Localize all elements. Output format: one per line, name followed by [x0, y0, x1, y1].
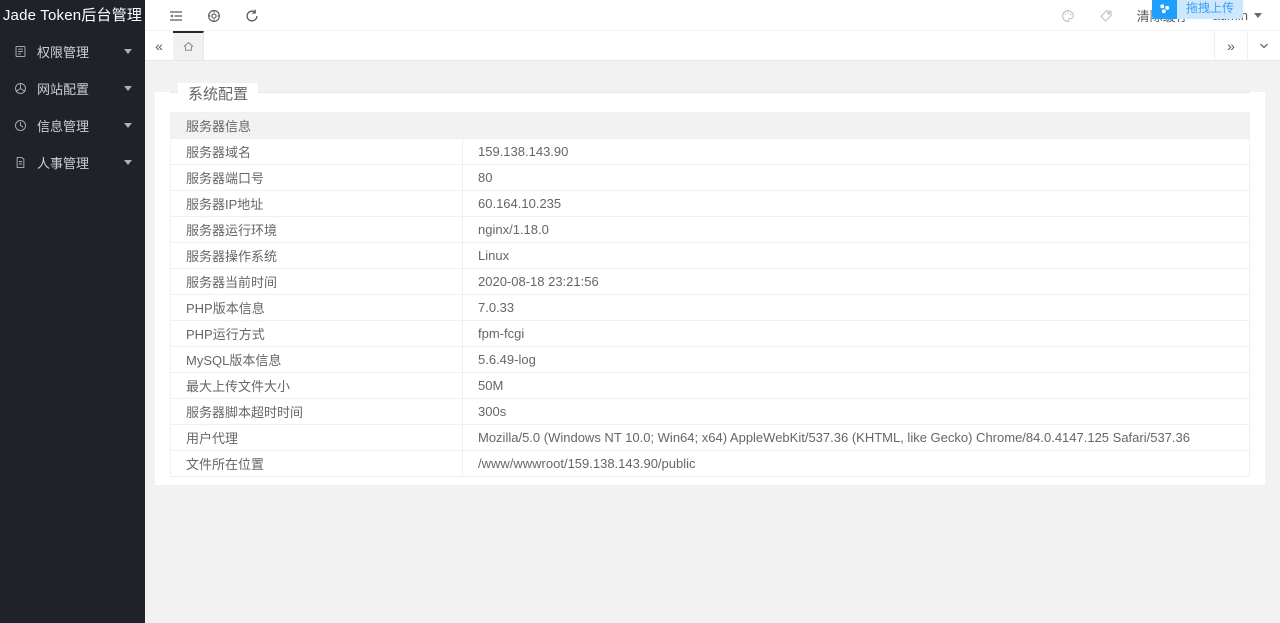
- sidebar-item-label: 人事管理: [37, 156, 90, 171]
- row-value: Mozilla/5.0 (Windows NT 10.0; Win64; x64…: [462, 424, 1250, 451]
- sidebar-item-hr-manage[interactable]: 人事管理: [0, 144, 145, 181]
- table-row: PHP运行方式 fpm-fcgi: [170, 320, 1250, 347]
- sidebar-item-label: 网站配置: [37, 82, 90, 97]
- table-row: 服务器端口号 80: [170, 164, 1250, 191]
- section-divider: 系统配置: [170, 83, 1250, 104]
- row-value: 60.164.10.235: [462, 190, 1250, 217]
- info-clock-icon: [14, 119, 28, 133]
- chevron-down-icon: [124, 86, 132, 91]
- row-value: nginx/1.18.0: [462, 216, 1250, 243]
- row-value: Linux: [462, 242, 1250, 269]
- tab-home[interactable]: [173, 31, 204, 60]
- row-label: 服务器脚本超时时间: [170, 398, 463, 425]
- chevron-down-icon: [124, 49, 132, 54]
- row-value: fpm-fcgi: [462, 320, 1250, 347]
- table-row: 最大上传文件大小 50M: [170, 372, 1250, 399]
- row-value: /www/wwwroot/159.138.143.90/public: [462, 450, 1250, 477]
- sidebar-item-label: 信息管理: [37, 119, 90, 134]
- document-icon: [14, 156, 28, 170]
- row-label: 服务器IP地址: [170, 190, 463, 217]
- chevron-down-icon: [124, 160, 132, 165]
- row-value: 300s: [462, 398, 1250, 425]
- row-label: 文件所在位置: [170, 450, 463, 477]
- row-label: PHP版本信息: [170, 294, 463, 321]
- chevron-down-icon: [124, 123, 132, 128]
- sidebar-item-info-manage[interactable]: 信息管理: [0, 107, 145, 144]
- chevron-down-icon: [1254, 13, 1262, 18]
- site-config-icon: [14, 82, 28, 96]
- tab-strip-spacer: [204, 31, 1214, 60]
- row-label: PHP运行方式: [170, 320, 463, 347]
- drag-upload-widget[interactable]: 拖拽上传: [1152, 0, 1244, 19]
- row-value: 159.138.143.90: [462, 138, 1250, 165]
- table-row: 服务器运行环境 nginx/1.18.0: [170, 216, 1250, 243]
- row-label: 服务器运行环境: [170, 216, 463, 243]
- table-row: 服务器IP地址 60.164.10.235: [170, 190, 1250, 217]
- sidebar: Jade Token后台管理 权限管理网站配置信息管理人事管理: [0, 0, 145, 623]
- row-label: 服务器域名: [170, 138, 463, 165]
- sidebar-item-label: 权限管理: [37, 45, 90, 60]
- row-label: 服务器操作系统: [170, 242, 463, 269]
- app-logo: Jade Token后台管理: [2, 7, 143, 24]
- table-row: 服务器域名 159.138.143.90: [170, 138, 1250, 165]
- tag-icon[interactable]: [1099, 0, 1113, 31]
- row-label: 用户代理: [170, 424, 463, 451]
- server-info-table: 服务器信息 服务器域名 159.138.143.90 服务器端口号 80 服务器IP地址…: [170, 112, 1250, 477]
- table-row: 用户代理 Mozilla/5.0 (Windows NT 10.0; Win64;…: [170, 424, 1250, 451]
- table-row: 服务器当前时间 2020-08-18 23:21:56: [170, 268, 1250, 295]
- table-row: PHP版本信息 7.0.33: [170, 294, 1250, 321]
- sidebar-item-site-config[interactable]: 网站配置: [0, 70, 145, 107]
- tabs-menu-button[interactable]: [1247, 31, 1280, 60]
- table-row: 服务器操作系统 Linux: [170, 242, 1250, 269]
- row-label: 服务器当前时间: [170, 268, 463, 295]
- row-value: 7.0.33: [462, 294, 1250, 321]
- row-value: 5.6.49-log: [462, 346, 1250, 373]
- header: 清除缓存 admin: [145, 0, 1280, 31]
- table-row: 文件所在位置/www/wwwroot/159.138.143.90/public: [170, 450, 1250, 477]
- content-area: 系统配置 服务器信息 服务器域名 159.138.143.90 服务器端口号 80 服务…: [145, 61, 1280, 623]
- table-header-empty: [462, 112, 1250, 139]
- tab-bar: « »: [145, 31, 1280, 61]
- upload-label: 拖拽上传: [1177, 0, 1244, 19]
- upload-cluster-icon: [1152, 0, 1177, 19]
- table-header-row: 服务器信息: [170, 112, 1250, 139]
- page-title: 系统配置: [178, 83, 259, 104]
- app-window: Jade Token后台管理 权限管理网站配置信息管理人事管理 清除缓存: [0, 0, 1280, 623]
- sidebar-menu: 权限管理网站配置信息管理人事管理: [0, 32, 145, 181]
- home-icon: [182, 40, 195, 53]
- table-header-label: 服务器信息: [170, 112, 463, 139]
- permissions-icon: [14, 45, 28, 59]
- theme-palette-icon[interactable]: [1061, 0, 1075, 31]
- clear-cache-gear-icon[interactable]: [195, 0, 233, 31]
- sidebar-item-permissions[interactable]: 权限管理: [0, 33, 145, 70]
- menu-fold-icon[interactable]: [157, 0, 195, 31]
- tabs-scroll-right-button[interactable]: »: [1214, 31, 1247, 60]
- refresh-icon[interactable]: [233, 0, 271, 31]
- row-label: 服务器端口号: [170, 164, 463, 191]
- system-config-card: 系统配置 服务器信息 服务器域名 159.138.143.90 服务器端口号 80 服务…: [155, 83, 1265, 485]
- table-row: MySQL版本信息 5.6.49-log: [170, 346, 1250, 373]
- table-row: 服务器脚本超时时间 300s: [170, 398, 1250, 425]
- row-label: MySQL版本信息: [170, 346, 463, 373]
- row-label: 最大上传文件大小: [170, 372, 463, 399]
- tabs-scroll-left-button[interactable]: «: [145, 31, 173, 60]
- row-value: 50M: [462, 372, 1250, 399]
- row-value: 2020-08-18 23:21:56: [462, 268, 1250, 295]
- row-value: 80: [462, 164, 1250, 191]
- header-left-tools: [157, 0, 271, 31]
